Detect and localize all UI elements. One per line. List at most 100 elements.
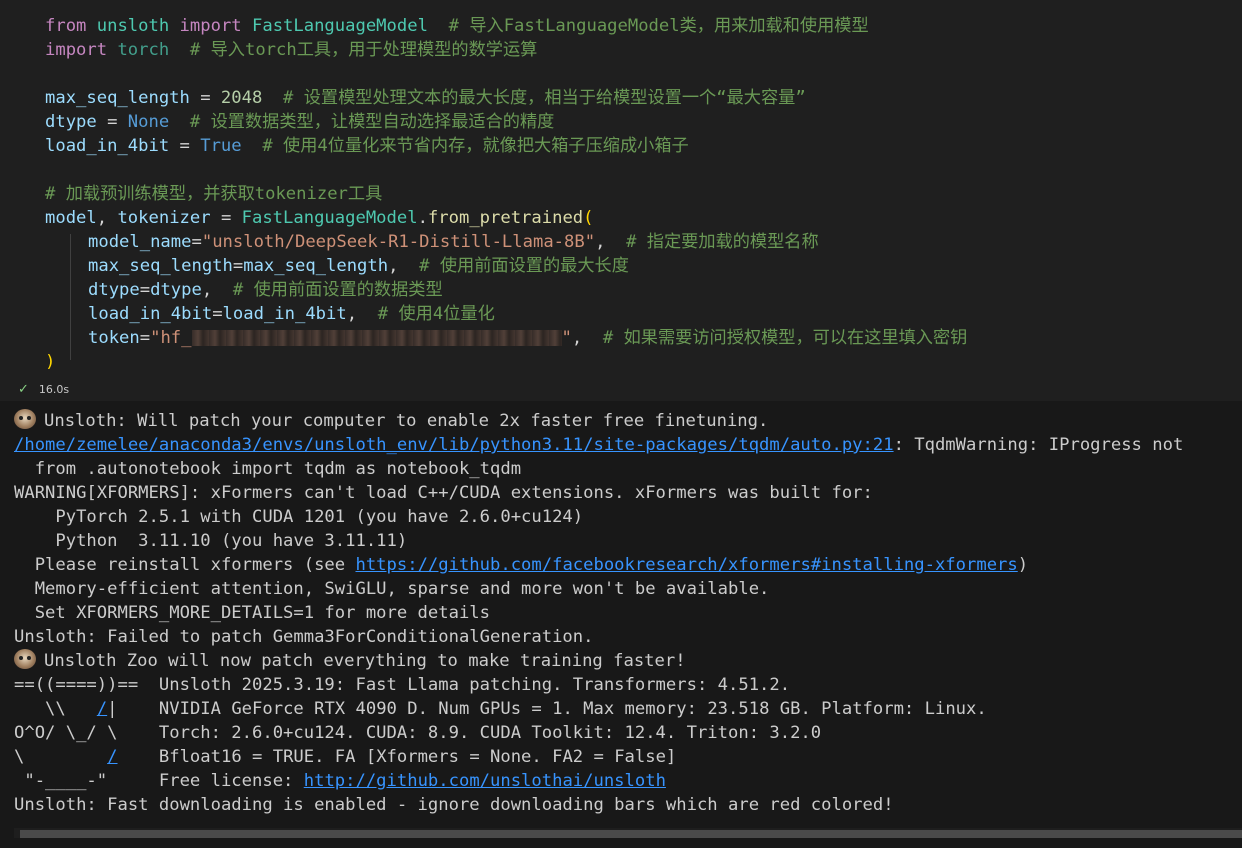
code-line-10: model_name="unsloth/DeepSeek-R1-Distill-… [88, 230, 819, 254]
license-link[interactable]: http://github.com/unslothai/unsloth [304, 771, 666, 791]
paren: ( [583, 208, 594, 228]
output-text: "-____-" Free license: [14, 771, 304, 791]
output-line: ==((====))== Unsloth 2025.3.19: Fast Lla… [14, 675, 791, 695]
code-line-11: max_seq_length=max_seq_length, # 使用前面设置的… [88, 254, 629, 278]
output-line: Unsloth Zoo will now patch everything to… [14, 649, 686, 673]
number: 2048 [220, 88, 263, 108]
output-line: Unsloth: Fast downloading is enabled - i… [14, 795, 894, 815]
horizontal-scrollbar-thumb[interactable] [20, 830, 1242, 838]
operator: = [169, 136, 201, 156]
operator: , [595, 232, 627, 252]
variable: tokenizer [117, 208, 211, 228]
variable: load_in_4bit [45, 136, 170, 156]
param: max_seq_length [88, 256, 233, 276]
keyword: from [45, 16, 87, 36]
string: "hf_ [150, 328, 192, 348]
comment: # 使用前面设置的最大长度 [419, 256, 629, 276]
execution-time: 16.0s [38, 382, 70, 396]
output-line: Set XFORMERS_MORE_DETAILS=1 for more det… [14, 603, 490, 623]
cell-output[interactable]: Unsloth: Will patch your computer to ena… [0, 401, 1242, 848]
output-text: \\ [14, 699, 97, 719]
variable: max_seq_length [243, 256, 389, 276]
cell-border [0, 0, 4, 401]
string: " [561, 328, 572, 348]
output-text: ) [1017, 555, 1029, 575]
code-line-9: model, tokenizer = FastLanguageModel.fro… [45, 206, 594, 230]
comment: # 导入FastLanguageModel类，用来加载和使用模型 [427, 16, 869, 36]
xformers-link[interactable]: https://github.com/facebookresearch/xfor… [355, 555, 1017, 575]
class-name: FastLanguageModel [241, 208, 418, 228]
output-line: Unsloth: Failed to patch Gemma3ForCondit… [14, 627, 594, 647]
output-text: \ [14, 747, 108, 767]
output-line: Python 3.11.10 (you have 3.11.11) [14, 531, 408, 551]
output-line: PyTorch 2.5.1 with CUDA 1201 (you have 2… [14, 507, 584, 527]
output-text: Please reinstall xformers (see [14, 555, 356, 575]
module: unsloth [86, 16, 180, 36]
code-line-12: dtype=dtype, # 使用前面设置的数据类型 [88, 278, 443, 302]
operator: = [232, 256, 244, 276]
file-link[interactable]: /home/zemelee/anaconda3/envs/unsloth_env… [14, 435, 894, 455]
operator: . [417, 208, 428, 228]
code-line-14: token="hf_ ", # 如果需要访问授权模型，可以在这里填入密钥 [88, 326, 967, 350]
operator: = [210, 208, 242, 228]
param: token [88, 328, 140, 348]
output-text: | NVIDIA GeForce RTX 4090 D. Num GPUs = … [107, 699, 987, 719]
constant: None [127, 112, 170, 132]
cell-status: ✓ 16.0s [18, 380, 69, 398]
code-cell[interactable]: from unsloth import FastLanguageModel # … [0, 0, 1242, 401]
operator: , [96, 208, 118, 228]
param: load_in_4bit [88, 304, 213, 324]
code-line-5: dtype = None # 设置数据类型，让模型自动选择最适合的精度 [45, 110, 554, 134]
code-line-13: load_in_4bit=load_in_4bit, # 使用4位量化 [88, 302, 495, 326]
code-line-8: # 加载预训练模型，并获取tokenizer工具 [45, 182, 382, 206]
class-name: FastLanguageModel [252, 16, 428, 36]
comment: # 使用4位量化 [377, 304, 495, 324]
output-line: from .autonotebook import tqdm as notebo… [14, 459, 522, 479]
code-line-2: import torch # 导入torch工具，用于处理模型的数学运算 [45, 38, 537, 62]
module: torch [117, 40, 170, 60]
operator: = [191, 232, 202, 252]
comment: # 设置数据类型，让模型自动选择最适合的精度 [169, 112, 555, 132]
operator: = [139, 328, 151, 348]
comment: # 加载预训练模型，并获取tokenizer工具 [45, 184, 383, 204]
output-line: \\ /| NVIDIA GeForce RTX 4090 D. Num GPU… [14, 697, 987, 721]
operator: , [346, 304, 378, 324]
variable: dtype [45, 112, 97, 132]
comment: # 如果需要访问授权模型，可以在这里填入密钥 [602, 328, 968, 348]
code-line-4: max_seq_length = 2048 # 设置模型处理文本的最大长度，相当… [45, 86, 806, 110]
comment: # 设置模型处理文本的最大长度，相当于给模型设置一个“最大容量” [262, 88, 806, 108]
ascii-link[interactable]: / [107, 747, 117, 767]
output-line: /home/zemelee/anaconda3/envs/unsloth_env… [14, 433, 1183, 457]
ascii-link[interactable]: / [97, 699, 107, 719]
code-line-15: ) [45, 350, 55, 374]
variable: max_seq_length [45, 88, 190, 108]
variable: model [45, 208, 97, 228]
sloth-icon [14, 409, 36, 429]
operator: = [212, 304, 223, 324]
code-editor[interactable]: from unsloth import FastLanguageModel # … [18, 2, 1242, 374]
comment: # 指定要加载的模型名称 [626, 232, 819, 252]
check-icon: ✓ [18, 381, 29, 397]
variable: load_in_4bit [222, 304, 347, 324]
comment: # 使用前面设置的数据类型 [232, 280, 443, 300]
operator: = [139, 280, 151, 300]
comment: # 导入torch工具，用于处理模型的数学运算 [169, 40, 538, 60]
comment: # 使用4位量化来节省内存，就像把大箱子压缩成小箱子 [241, 136, 689, 156]
output-line: "-____-" Free license: http://github.com… [14, 769, 666, 793]
output-line: O^O/ \_/ \ Torch: 2.6.0+cu124. CUDA: 8.9… [14, 723, 822, 743]
output-text: Unsloth Zoo will now patch everything to… [44, 651, 686, 671]
constant: True [200, 136, 242, 156]
param: model_name [88, 232, 192, 252]
operator: , [388, 256, 420, 276]
param: dtype [88, 280, 140, 300]
output-line: Please reinstall xformers (see https://g… [14, 553, 1028, 577]
operator: = [96, 112, 128, 132]
code-line-1: from unsloth import FastLanguageModel # … [45, 14, 869, 38]
sloth-icon [14, 649, 36, 669]
string: "unsloth/DeepSeek-R1-Distill-Llama-8B" [201, 232, 596, 252]
variable: dtype [150, 280, 202, 300]
output-line: \ / Bfloat16 = TRUE. FA [Xformers = None… [14, 745, 676, 769]
indent-guide [70, 234, 71, 360]
